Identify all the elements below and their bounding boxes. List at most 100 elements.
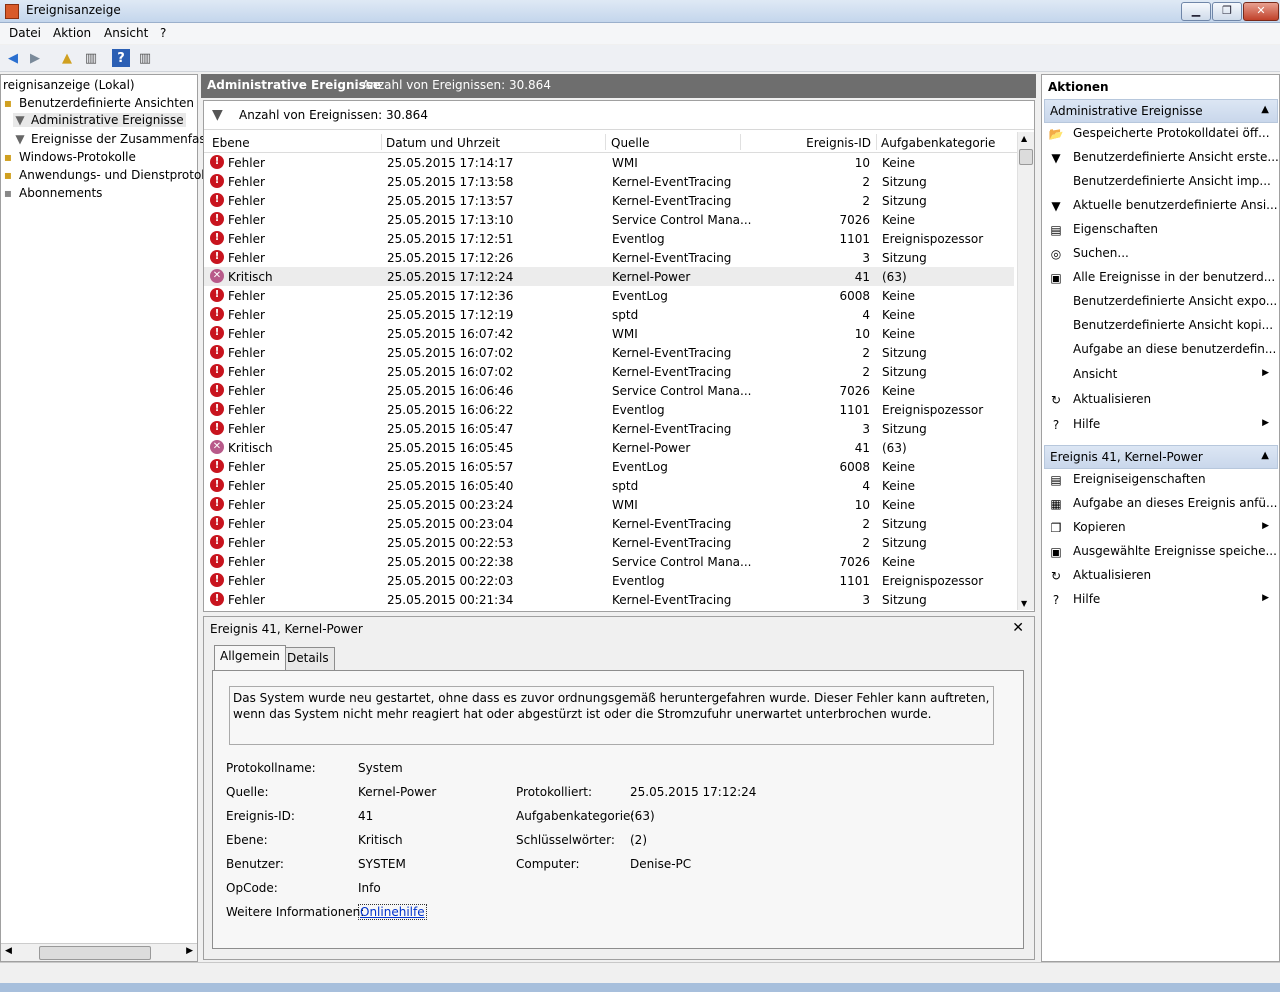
action-item[interactable]: ▤ Eigenschaften [1042, 219, 1277, 241]
collapse-icon[interactable]: ▲ [1261, 450, 1269, 461]
action-item[interactable]: ◎ Suchen... [1042, 243, 1277, 265]
action-item[interactable]: ❐ Kopieren ▶ [1042, 517, 1277, 539]
table-row[interactable]: ! Fehler 25.05.2015 17:13:57 Kernel-EventTr… [204, 191, 1014, 210]
table-row[interactable]: ! Fehler 25.05.2015 16:06:46 Service Contro… [204, 381, 1014, 400]
column-header-source[interactable]: Quelle [611, 136, 649, 150]
label-logged: Protokolliert: [516, 785, 593, 799]
action-item[interactable]: Aufgabe an diese benutzerdefin... [1042, 339, 1277, 361]
table-row[interactable]: ! Fehler 25.05.2015 16:07:02 Kernel-EventTr… [204, 362, 1014, 381]
tree-node-summary-events[interactable]: ▼ Ereignisse der Zusammenfassu [13, 132, 219, 146]
action-item[interactable]: Benutzerdefinierte Ansicht imp... [1042, 171, 1277, 193]
close-button[interactable]: ✕ [1243, 2, 1279, 21]
action-item[interactable]: Benutzerdefinierte Ansicht expo... [1042, 291, 1277, 313]
tree-node-windows-logs[interactable]: ▪ Windows-Protokolle [1, 150, 136, 164]
menu-datei[interactable]: Datei [9, 26, 41, 40]
table-row[interactable]: ! Fehler 25.05.2015 00:22:38 Service Contro… [204, 552, 1014, 571]
tab-general[interactable]: Allgemein [214, 645, 286, 670]
show-action-pane-icon[interactable]: ▥ [136, 49, 154, 67]
menu-ansicht[interactable]: Ansicht [104, 26, 148, 40]
tab-details[interactable]: Details [281, 647, 335, 670]
show-tree-icon[interactable]: ▥ [82, 49, 100, 67]
error-icon: ! [210, 459, 224, 473]
close-detail-icon[interactable]: ✕ [1012, 620, 1024, 636]
table-row[interactable]: ! Fehler 25.05.2015 16:07:42 WMI 10 Keine [204, 324, 1014, 343]
tree-node-administrative-events[interactable]: ▼ Administrative Ereignisse [13, 113, 186, 127]
cell-event-id: 2 [862, 517, 870, 531]
folder-icon: ▪ [3, 168, 13, 182]
action-item[interactable]: Benutzerdefinierte Ansicht kopi... [1042, 315, 1277, 337]
help-icon[interactable]: ? [112, 49, 130, 67]
event-list-scrollbar[interactable]: ▲ ▼ [1017, 132, 1034, 610]
table-row[interactable]: ✕ Kritisch 25.05.2015 17:12:24 Kernel-Power… [204, 267, 1014, 286]
cell-level: Fehler [228, 593, 265, 607]
table-row[interactable]: ! Fehler 25.05.2015 00:22:53 Kernel-EventTr… [204, 533, 1014, 552]
action-item[interactable]: ↻ Aktualisieren [1042, 389, 1277, 411]
column-header-event-id[interactable]: Ereignis-ID [803, 136, 871, 150]
table-row[interactable]: ! Fehler 25.05.2015 17:13:58 Kernel-EventTr… [204, 172, 1014, 191]
collapse-icon[interactable]: ▲ [1261, 104, 1269, 115]
table-row[interactable]: ! Fehler 25.05.2015 16:06:22 Eventlog 1101 Er… [204, 400, 1014, 419]
action-item[interactable]: ▦ Aufgabe an dieses Ereignis anfü... [1042, 493, 1277, 515]
table-row[interactable]: ! Fehler 25.05.2015 17:12:36 EventLog 6008 Ke… [204, 286, 1014, 305]
cell-date: 25.05.2015 16:07:42 [387, 327, 514, 341]
view-header: Administrative Ereignisse Anzahl von Ere… [201, 74, 1036, 98]
label-keywords: Schlüsselwörter: [516, 833, 615, 847]
submenu-arrow-icon: ▶ [1262, 521, 1269, 531]
tree-horizontal-scrollbar[interactable]: ◀ ▶ [1, 943, 197, 961]
table-row[interactable]: ! Fehler 25.05.2015 16:05:57 EventLog 6008 Ke… [204, 457, 1014, 476]
navigation-tree: reignisanzeige (Lokal) ▪ Benutzerdefinier… [0, 74, 219, 962]
event-message[interactable]: Das System wurde neu gestartet, ohne das… [229, 686, 994, 745]
table-row[interactable]: ! Fehler 25.05.2015 17:12:26 Kernel-EventTr… [204, 248, 1014, 267]
tree-node-app-service-logs[interactable]: ▪ Anwendungs- und Dienstprotokol [1, 168, 219, 182]
action-item[interactable]: 📂 Gespeicherte Protokolldatei öff... [1042, 123, 1277, 145]
app-icon [5, 4, 19, 19]
minimize-button[interactable]: ▁ [1181, 2, 1211, 21]
cell-task-category: Sitzung [882, 536, 927, 550]
table-row[interactable]: ! Fehler 25.05.2015 17:12:51 Eventlog 1101 Er… [204, 229, 1014, 248]
column-header-task-category[interactable]: Aufgabenkategorie [881, 136, 995, 150]
maximize-button[interactable]: ❐ [1212, 2, 1242, 21]
table-row[interactable]: ! Fehler 25.05.2015 17:14:17 WMI 10 Keine [204, 153, 1014, 172]
action-item[interactable]: ▤ Ereigniseigenschaften [1042, 469, 1277, 491]
filter-icon: ▼ [1051, 199, 1061, 213]
scroll-up-icon[interactable]: ▲ [1021, 134, 1027, 143]
back-arrow-icon[interactable]: ◀ [4, 49, 22, 67]
action-item[interactable]: ↻ Aktualisieren [1042, 565, 1277, 587]
table-row[interactable]: ! Fehler 25.05.2015 16:05:47 Kernel-EventTr… [204, 419, 1014, 438]
forward-arrow-icon[interactable]: ▶ [26, 49, 44, 67]
folder-up-icon[interactable]: ▲ [58, 49, 76, 67]
table-row[interactable]: ! Fehler 25.05.2015 00:21:34 Kernel-EventTr… [204, 590, 1014, 609]
menu-help[interactable]: ? [160, 26, 166, 40]
action-item[interactable]: Ansicht ▶ [1042, 364, 1277, 386]
value-computer: Denise-PC [630, 857, 692, 871]
action-item[interactable]: ▼ Aktuelle benutzerdefinierte Ansi... [1042, 195, 1277, 217]
tree-node-custom-views[interactable]: ▪ Benutzerdefinierte Ansichten [1, 96, 194, 110]
action-item[interactable]: ▣ Ausgewählte Ereignisse speiche... [1042, 541, 1277, 563]
table-row[interactable]: ! Fehler 25.05.2015 00:22:03 Eventlog 1101 Er… [204, 571, 1014, 590]
scrollbar-thumb[interactable] [1019, 149, 1033, 165]
actions-section-administrative-events[interactable]: Administrative Ereignisse ▲ [1044, 99, 1278, 123]
table-row[interactable]: ✕ Kritisch 25.05.2015 16:05:45 Kernel-Power… [204, 438, 1014, 457]
action-item[interactable]: ▣ Alle Ereignisse in der benutzerd... [1042, 267, 1277, 289]
scroll-left-icon[interactable]: ◀ [5, 946, 12, 956]
tree-node-subscriptions[interactable]: ▪ Abonnements [1, 186, 102, 200]
action-item[interactable]: ? Hilfe ▶ [1042, 414, 1277, 436]
table-row[interactable]: ! Fehler 25.05.2015 00:23:04 Kernel-EventTr… [204, 514, 1014, 533]
error-icon: ! [210, 421, 224, 435]
actions-section-event[interactable]: Ereignis 41, Kernel-Power ▲ [1044, 445, 1278, 469]
table-row[interactable]: ! Fehler 25.05.2015 16:05:40 sptd 4 Keine [204, 476, 1014, 495]
table-row[interactable]: ! Fehler 25.05.2015 16:07:02 Kernel-EventTr… [204, 343, 1014, 362]
menu-aktion[interactable]: Aktion [53, 26, 91, 40]
table-row[interactable]: ! Fehler 25.05.2015 17:12:19 sptd 4 Keine [204, 305, 1014, 324]
scrollbar-thumb[interactable] [39, 946, 151, 960]
table-row[interactable]: ! Fehler 25.05.2015 00:23:24 WMI 10 Keine [204, 495, 1014, 514]
scroll-down-icon[interactable]: ▼ [1021, 599, 1027, 608]
online-help-link[interactable]: Onlinehilfe [358, 904, 427, 920]
column-header-date[interactable]: Datum und Uhrzeit [386, 136, 500, 150]
column-header-level[interactable]: Ebene [212, 136, 250, 150]
table-row[interactable]: ! Fehler 25.05.2015 17:13:10 Service Contro… [204, 210, 1014, 229]
scroll-right-icon[interactable]: ▶ [186, 946, 193, 956]
tree-node-root[interactable]: reignisanzeige (Lokal) [3, 78, 135, 92]
action-item[interactable]: ? Hilfe ▶ [1042, 589, 1277, 611]
action-item[interactable]: ▼ Benutzerdefinierte Ansicht erste... [1042, 147, 1279, 169]
